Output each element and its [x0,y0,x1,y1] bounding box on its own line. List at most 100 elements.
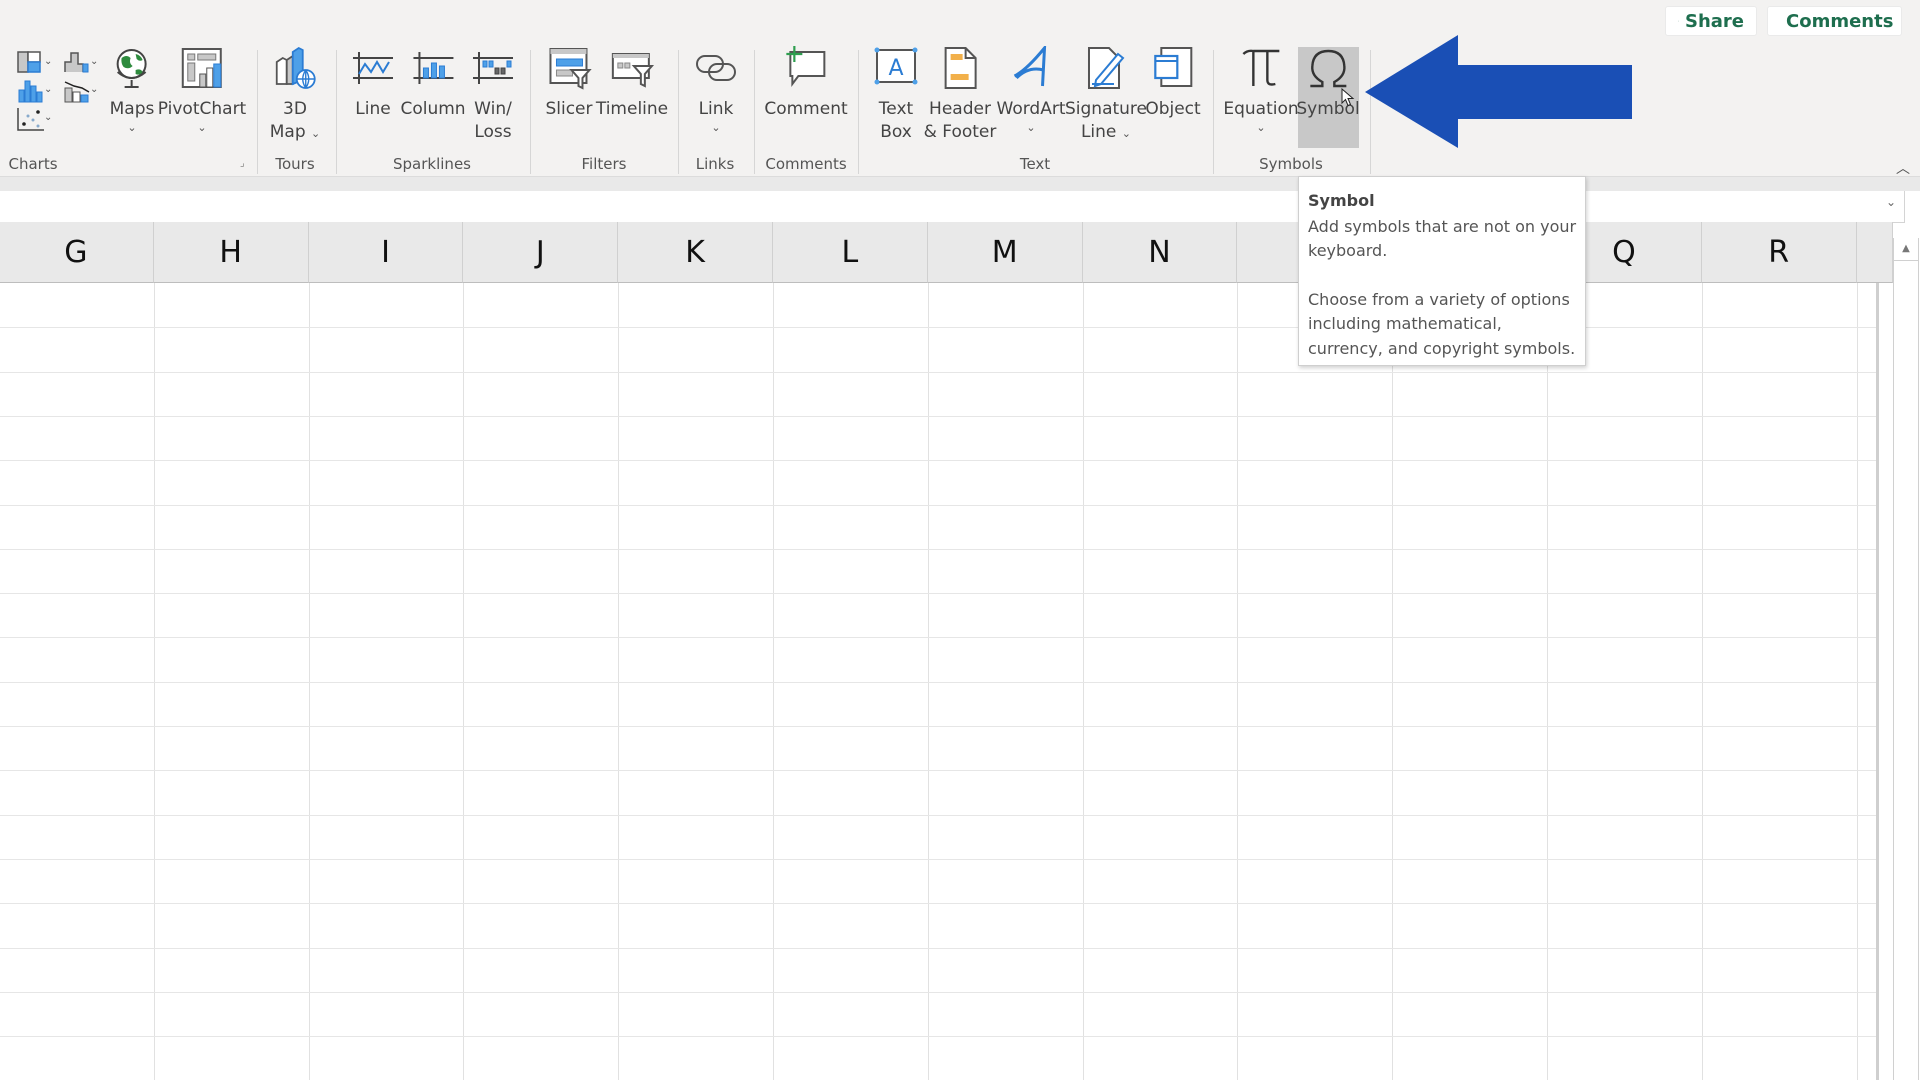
signature-line-label-line2: Line [1080,122,1117,142]
pivotchart-icon [181,48,222,88]
link-button[interactable]: Link ⌄ [694,46,738,135]
header-footer-label-line1: Header [929,99,991,119]
column-header-k[interactable]: K [618,222,773,283]
text-box-label-line1: Text [878,99,914,119]
object-label: Object [1145,99,1201,119]
sparkline-line-button[interactable]: Line [351,46,395,121]
text-box-label-line2: Box [880,122,912,142]
grid-row-line [0,593,1876,595]
3d-map-icon [276,46,316,89]
share-button[interactable]: Share [1665,6,1757,36]
pivotchart-button[interactable]: PivotChart ⌄ [158,46,246,135]
grid-row-line [0,1036,1876,1038]
equation-button[interactable]: Equation ⌄ [1223,46,1299,135]
winloss-label-line1: Win/ [474,99,512,119]
grid-row-line [0,947,1876,949]
signature-line-label-line1: Signature [1064,99,1148,119]
comment-add-icon [785,46,825,87]
chevron-down-icon[interactable]: ⌄ [44,84,52,95]
text-box-button[interactable]: A Text Box [874,46,918,144]
formula-bar[interactable]: ⌄ [0,191,1905,223]
slicer-icon [548,48,591,90]
grid-row-line [0,371,1876,373]
annotation-arrow [1365,35,1632,148]
sparkline-line-icon [353,52,393,84]
chevron-down-icon: ⌄ [197,121,207,134]
column-header-r[interactable]: R [1701,222,1857,283]
omega-icon [1309,49,1346,88]
chevron-down-icon: ⌄ [1256,121,1266,134]
share-icon [1678,20,1679,22]
sparkline-column-icon [412,52,453,84]
vertical-scrollbar[interactable]: ▲ [1893,238,1919,1080]
chevron-down-icon[interactable]: ⌄ [90,84,98,95]
grid-row-line [0,991,1876,993]
sparkline-column-button[interactable]: Column [400,46,466,121]
link-label: Link [698,99,734,119]
dialog-launcher-icon[interactable]: ⌟ [240,158,245,169]
worksheet-grid[interactable] [0,283,1893,1080]
column-header-g[interactable]: G [0,222,154,283]
new-comment-button[interactable]: Comment [764,46,848,121]
chevron-down-icon: ⌄ [711,121,721,134]
header-footer-icon [945,47,977,89]
group-label-text: Text [1019,155,1051,173]
grid-row-line [0,504,1876,506]
group-separator [530,50,531,174]
chevron-down-icon: ⌄ [127,121,137,134]
3d-map-button[interactable]: 3D Map ⌄ [270,46,320,145]
tooltip-title: Symbol [1308,191,1375,210]
signature-line-icon [1087,47,1125,89]
slicer-label: Slicer [545,99,593,119]
header-footer-button[interactable]: Header & Footer [924,46,996,144]
chevron-down-icon[interactable]: ⌄ [44,112,52,123]
scroll-up-icon[interactable]: ▲ [1894,238,1918,261]
timeline-icon [611,53,654,88]
symbol-tooltip: Symbol Add symbols that are not on your … [1298,176,1586,366]
comments-button[interactable]: Comments [1767,6,1902,36]
waterfall-chart-icon[interactable] [62,50,92,76]
object-button[interactable]: Object [1145,46,1201,121]
grid-row-line [0,814,1876,816]
group-separator [678,50,679,174]
timeline-button[interactable]: Timeline [596,46,668,121]
column-header-partial[interactable] [1856,222,1893,283]
group-label-charts: Charts [8,155,58,173]
group-label-tours: Tours [275,155,315,173]
statistic-chart-icon[interactable] [16,78,46,104]
sparkline-winloss-icon [473,52,513,84]
grid-row-line [0,903,1876,905]
scatter-chart-icon[interactable] [16,106,46,132]
grid-row-line [0,548,1876,550]
group-separator [336,50,337,174]
globe-icon [116,49,147,88]
column-header-n[interactable]: N [1082,222,1238,283]
tooltip-paragraph-2: Choose from a variety of options includi… [1308,289,1576,358]
signature-line-button[interactable]: Signature Line ⌄ [1065,46,1147,145]
symbol-button[interactable]: Symbol [1296,46,1360,121]
column-header-h[interactable]: H [153,222,309,283]
winloss-label-line2: Loss [474,122,512,142]
grid-row-line [0,327,1876,329]
column-header-m[interactable]: M [927,222,1083,283]
object-icon [1153,47,1192,87]
chevron-down-icon[interactable]: ⌄ [90,56,98,67]
grid-row-line [0,858,1876,860]
combo-chart-icon[interactable] [62,78,92,104]
column-header-i[interactable]: I [308,222,464,283]
maps-button[interactable]: Maps ⌄ [110,46,154,135]
group-separator [858,50,859,174]
column-header-l[interactable]: L [773,222,928,283]
chevron-down-icon[interactable]: ⌄ [44,56,52,67]
grid-row-line [0,637,1876,639]
wordart-button[interactable]: WordArt ⌄ [997,46,1065,135]
timeline-label: Timeline [595,99,669,119]
hierarchy-chart-icon[interactable] [16,50,46,76]
expand-formula-bar-icon[interactable]: ⌄ [1886,195,1896,209]
slicer-button[interactable]: Slicer [545,46,593,121]
column-header-j[interactable]: J [463,222,619,283]
collapse-ribbon-icon[interactable]: ︿ [1896,158,1910,178]
grid-row-line [0,681,1876,683]
column-label: Column [400,99,466,119]
sparkline-winloss-button[interactable]: Win/ Loss [471,46,515,144]
